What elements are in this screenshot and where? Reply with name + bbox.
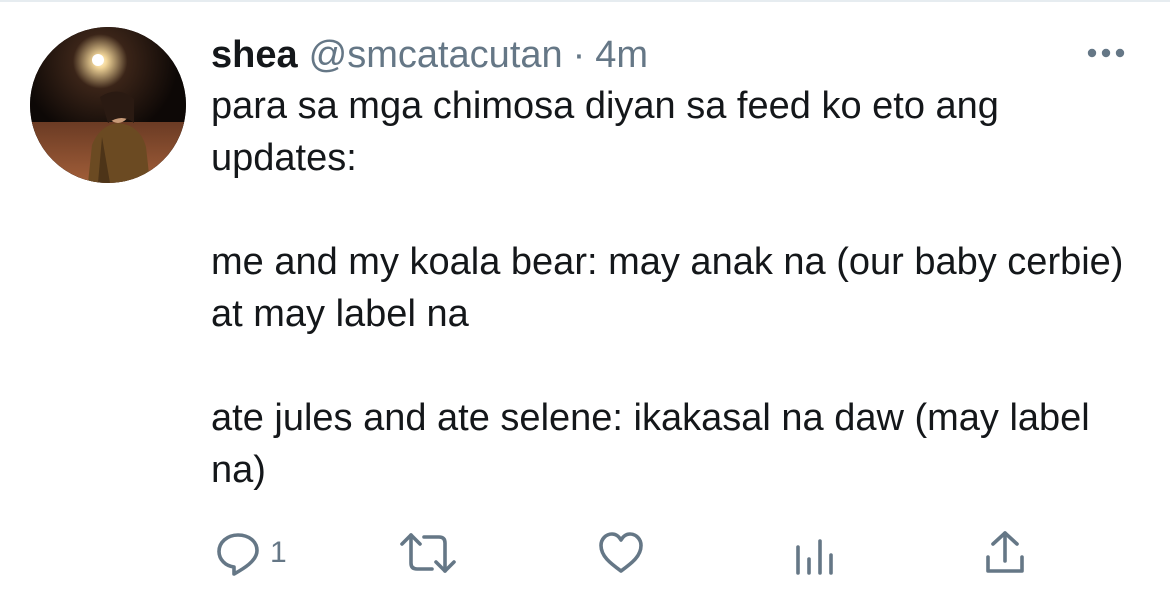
more-options-icon[interactable] <box>1085 38 1129 68</box>
avatar[interactable] <box>30 27 186 183</box>
reply-count: 1 <box>270 536 287 569</box>
tweet-paragraph: me and my koala bear: may anak na (our b… <box>211 241 1124 335</box>
reply-icon <box>214 529 262 577</box>
tweet-paragraph: ate jules and ate selene: ikakasal na da… <box>211 397 1090 491</box>
like-icon <box>597 529 645 577</box>
like-button[interactable] <box>597 525 645 581</box>
display-name[interactable]: shea <box>211 30 298 80</box>
retweet-button[interactable] <box>398 525 458 581</box>
analytics-button[interactable] <box>793 525 837 581</box>
share-button[interactable] <box>983 525 1027 581</box>
tweet-header: shea @smcatacutan · 4m <box>211 30 648 80</box>
user-handle[interactable]: @smcatacutan <box>309 30 563 80</box>
retweet-icon <box>398 529 458 577</box>
avatar-photo <box>30 27 186 183</box>
tweet-text: para sa mga chimosa diyan sa feed ko eto… <box>211 80 1141 496</box>
timestamp[interactable]: 4m <box>595 30 648 80</box>
share-icon <box>983 529 1027 577</box>
top-divider <box>0 0 1170 2</box>
separator-dot: · <box>572 34 586 76</box>
reply-button[interactable]: 1 <box>214 525 287 581</box>
analytics-icon <box>793 529 837 577</box>
tweet-paragraph: para sa mga chimosa diyan sa feed ko eto… <box>211 85 999 179</box>
tweet-actions: 1 <box>0 525 1170 581</box>
